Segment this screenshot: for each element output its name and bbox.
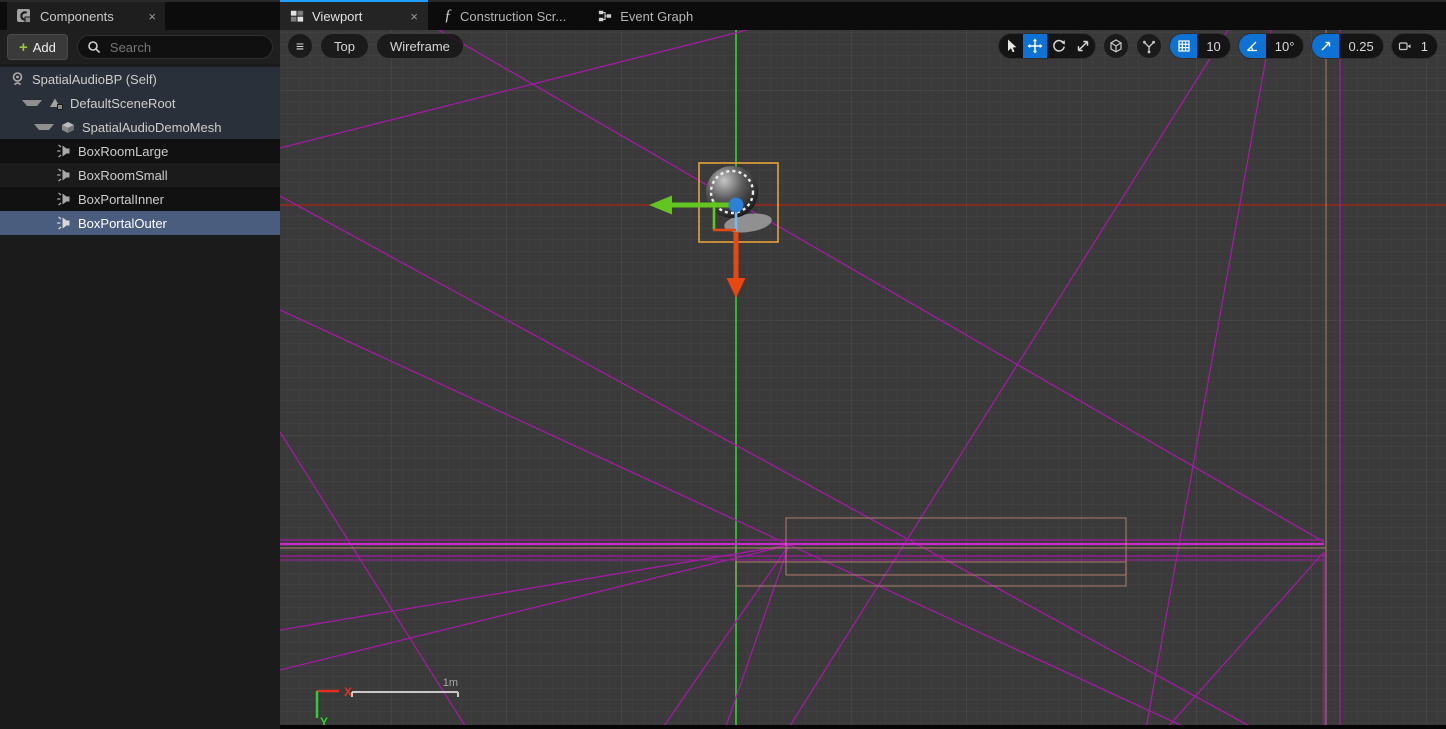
caret-down-icon[interactable]: [22, 100, 42, 106]
editor-tabbar: Viewport × ƒ Construction Scr... Event G…: [280, 0, 1446, 30]
scale-snap-icon: [1319, 39, 1333, 53]
cursor-icon: [1003, 38, 1019, 54]
tab-construction-label: Construction Scr...: [460, 9, 566, 24]
tree-row-label: DefaultSceneRoot: [70, 96, 176, 111]
tree-row-label: BoxPortalOuter: [78, 216, 167, 231]
tree-row-label: BoxPortalInner: [78, 192, 164, 207]
rotation-snap-toggle[interactable]: [1239, 34, 1266, 58]
actor-self-icon: [10, 71, 26, 87]
audio-component-icon: [56, 143, 72, 159]
tree-row-label: BoxRoomLarge: [78, 144, 168, 159]
viewport[interactable]: X Y 1m ≡ Top Wireframe: [280, 30, 1446, 729]
viewport-menu-button[interactable]: ≡: [287, 33, 313, 59]
window-bottom-edge: [280, 725, 1446, 729]
audio-component-icon: [56, 215, 72, 231]
search-input[interactable]: [108, 39, 263, 56]
scale-icon: [1075, 38, 1091, 54]
tab-event-graph[interactable]: Event Graph: [582, 2, 709, 30]
add-component-button[interactable]: + Add: [7, 34, 68, 60]
event-graph-icon: [598, 9, 612, 23]
angle-snap-icon: [1245, 39, 1259, 53]
components-toolbar: + Add: [0, 30, 280, 64]
static-mesh-icon: [60, 119, 76, 135]
grid-snap-control[interactable]: 10: [1169, 33, 1230, 59]
magnifier-icon: [87, 40, 101, 54]
world-space-button[interactable]: [1103, 33, 1129, 59]
tab-components[interactable]: Components ×: [7, 2, 165, 30]
camera-speed-value[interactable]: 1: [1419, 34, 1437, 58]
render-mode-button[interactable]: Wireframe: [376, 33, 464, 59]
tree-row-spatialaudiodemomesh[interactable]: SpatialAudioDemoMesh: [0, 115, 280, 139]
tree-row-boxroomlarge[interactable]: BoxRoomLarge: [0, 139, 280, 163]
tree-row-label: BoxRoomSmall: [78, 168, 168, 183]
tab-event-graph-label: Event Graph: [620, 9, 693, 24]
camera-speed-icon-wrap: [1392, 34, 1419, 58]
components-panel: Components × + Add: [0, 0, 280, 729]
grid-major: [280, 30, 1446, 729]
tab-viewport-label: Viewport: [312, 9, 402, 24]
scale-bar-label: 1m: [443, 677, 458, 689]
tab-components-label: Components: [40, 9, 140, 24]
rotate-tool-button[interactable]: [1047, 34, 1071, 58]
surface-snap-icon: [1141, 38, 1157, 54]
select-tool-button[interactable]: [999, 34, 1023, 58]
tab-viewport[interactable]: Viewport ×: [280, 0, 428, 30]
viewport-scene: X Y 1m: [280, 30, 1446, 729]
caret-down-icon[interactable]: [34, 124, 54, 130]
move-tool-button[interactable]: [1023, 34, 1047, 58]
scene-root-icon: [48, 95, 64, 111]
tree-row-label: SpatialAudioDemoMesh: [82, 120, 221, 135]
tab-construction-script[interactable]: ƒ Construction Scr...: [428, 2, 582, 30]
tree-row-spatialaudiobp[interactable]: SpatialAudioBP (Self): [0, 67, 280, 91]
viewport-toolbar-right: 10 10°: [998, 33, 1438, 59]
camera-speed-icon: [1398, 39, 1412, 53]
rotate-icon: [1051, 38, 1067, 54]
camera-speed-control[interactable]: 1: [1391, 33, 1438, 59]
viewport-toolbar-left: ≡ Top Wireframe: [287, 33, 464, 59]
tree-row-boxportalouter[interactable]: BoxPortalOuter: [0, 211, 280, 235]
close-icon[interactable]: ×: [148, 10, 156, 23]
scale-snap-value[interactable]: 0.25: [1339, 34, 1382, 58]
plus-icon: +: [19, 40, 28, 55]
close-icon[interactable]: ×: [410, 10, 418, 23]
view-mode-label: Top: [334, 39, 355, 54]
components-tree: SpatialAudioBP (Self) DefaultSceneRoot S…: [0, 67, 280, 235]
tree-row-boxroomsmall[interactable]: BoxRoomSmall: [0, 163, 280, 187]
move-icon: [1027, 38, 1043, 54]
scale-snap-toggle[interactable]: [1312, 34, 1339, 58]
rotation-snap-value[interactable]: 10°: [1266, 34, 1304, 58]
audio-component-icon: [56, 191, 72, 207]
grid-snap-toggle[interactable]: [1170, 34, 1197, 58]
tree-row-boxportalinner[interactable]: BoxPortalInner: [0, 187, 280, 211]
hamburger-icon: ≡: [296, 38, 304, 54]
blueprint-editor-window: Components × + Add: [0, 0, 1446, 729]
render-mode-label: Wireframe: [390, 39, 450, 54]
view-mode-button[interactable]: Top: [320, 33, 369, 59]
rotation-snap-control[interactable]: 10°: [1238, 33, 1305, 59]
component-search[interactable]: [77, 35, 273, 59]
transform-tool-group: [998, 33, 1096, 59]
add-button-label: Add: [33, 40, 56, 55]
function-icon: ƒ: [444, 7, 452, 25]
audio-component-icon: [56, 167, 72, 183]
tree-row-defaultsceneroot[interactable]: DefaultSceneRoot: [0, 91, 280, 115]
graph-area: Viewport × ƒ Construction Scr... Event G…: [280, 0, 1446, 729]
grid-snap-icon: [1177, 39, 1191, 53]
world-space-icon: [1108, 38, 1124, 54]
scale-snap-control[interactable]: 0.25: [1311, 33, 1383, 59]
scale-tool-button[interactable]: [1071, 34, 1095, 58]
grid-snap-value[interactable]: 10: [1197, 34, 1229, 58]
viewport-grid-icon: [290, 9, 304, 23]
axis-x-label: X: [344, 685, 352, 699]
components-tabbar: Components ×: [0, 0, 280, 30]
gizmo-center-dot[interactable]: [729, 198, 744, 213]
components-icon: [16, 8, 32, 24]
tree-row-label: SpatialAudioBP (Self): [32, 72, 157, 87]
surface-snap-button[interactable]: [1136, 33, 1162, 59]
